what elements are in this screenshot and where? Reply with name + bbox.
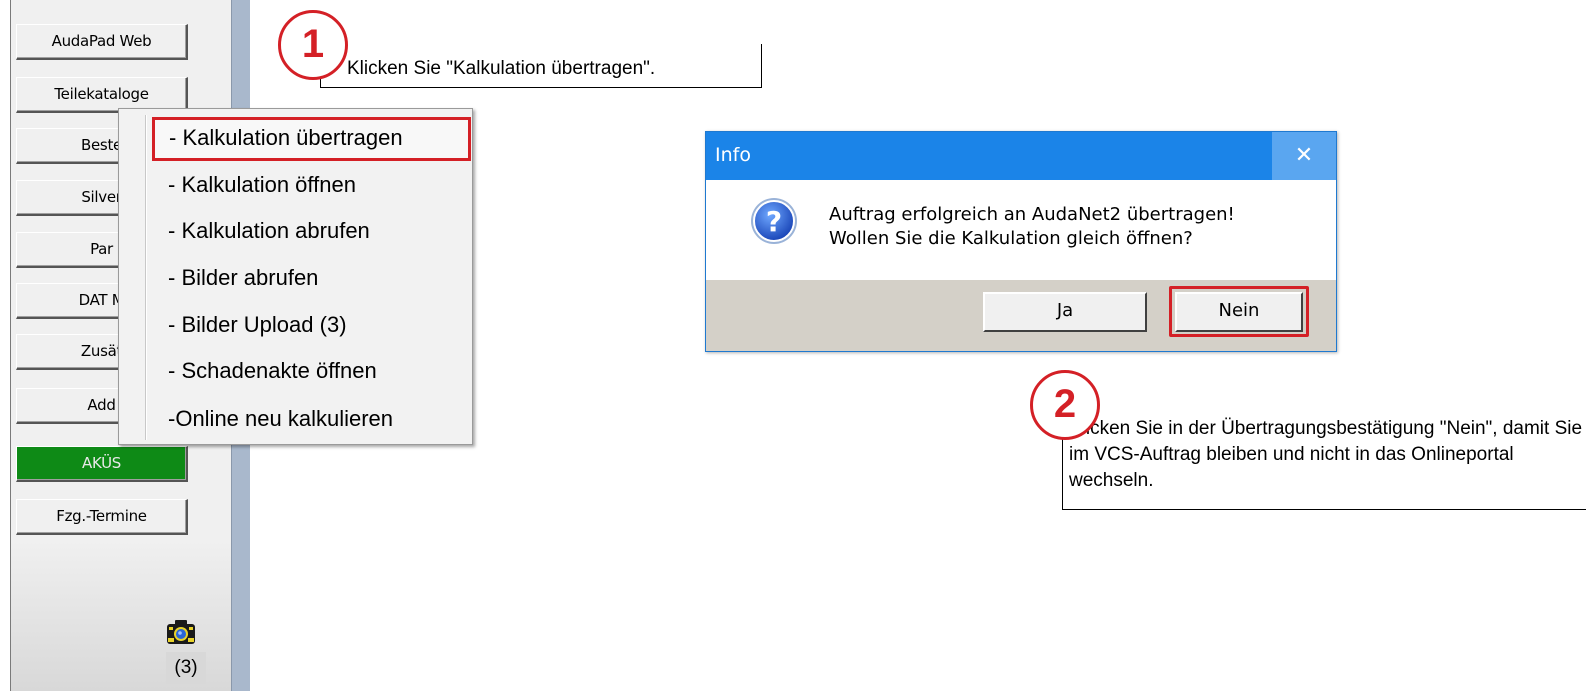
dialog-body: ? Auftrag erfolgreich an AudaNet2 übertr… (706, 180, 1336, 280)
info-dialog: Info ✕ ? Auftrag erfolgreich an AudaNet2… (705, 131, 1337, 352)
callout-1-text: Klicken Sie "Kalkulation übertragen". (347, 58, 656, 79)
menu-item-online-neu-kalkulieren[interactable]: -Online neu kalkulieren (168, 400, 488, 438)
dialog-message-line-2: Wollen Sie die Kalkulation gleich öffnen… (829, 228, 1193, 249)
menu-item-kalkulation-oeffnen[interactable]: - Kalkulation öffnen (168, 166, 488, 204)
dialog-footer: Ja Nein (706, 280, 1336, 351)
dialog-titlebar: Info ✕ (706, 132, 1336, 180)
callout-1-badge: 1 (278, 10, 348, 80)
menu-item-kalkulation-uebertragen[interactable]: - Kalkulation übertragen (152, 117, 471, 161)
context-menu: - Kalkulation übertragen - Kalkulation ö… (118, 108, 473, 445)
menu-item-schadenakte-oeffnen[interactable]: - Schadenakte öffnen (168, 352, 488, 390)
callout-2-text: Klicken Sie in der Übertragungsbestätigu… (1069, 418, 1583, 491)
callout-2-badge: 2 (1030, 370, 1100, 440)
fzg-termine-button[interactable]: Fzg.-Termine (16, 499, 188, 535)
akus-button[interactable]: AKÜS (16, 446, 188, 482)
menu-item-bilder-abrufen[interactable]: - Bilder abrufen (168, 259, 488, 297)
callout-2-box: Klicken Sie in der Übertragungsbestätigu… (1062, 406, 1586, 510)
yes-button[interactable]: Ja (983, 292, 1147, 332)
svg-text:?: ? (766, 205, 782, 238)
camera-icon[interactable] (166, 618, 196, 646)
dialog-message: Auftrag erfolgreich an AudaNet2 übertrag… (829, 203, 1235, 251)
menu-item-bilder-upload[interactable]: - Bilder Upload (3) (168, 306, 488, 344)
question-icon: ? (751, 198, 797, 244)
dialog-title: Info (715, 144, 751, 166)
photo-count: (3) (166, 652, 206, 684)
dialog-message-line-1: Auftrag erfolgreich an AudaNet2 übertrag… (829, 204, 1235, 225)
callout-1-box: Klicken Sie "Kalkulation übertragen". (320, 44, 762, 88)
menu-separator (145, 115, 147, 440)
close-icon[interactable]: ✕ (1272, 132, 1336, 180)
audapad-web-button[interactable]: AudaPad Web (16, 24, 188, 60)
menu-item-kalkulation-abrufen[interactable]: - Kalkulation abrufen (168, 212, 488, 250)
no-button[interactable]: Nein (1175, 292, 1303, 332)
